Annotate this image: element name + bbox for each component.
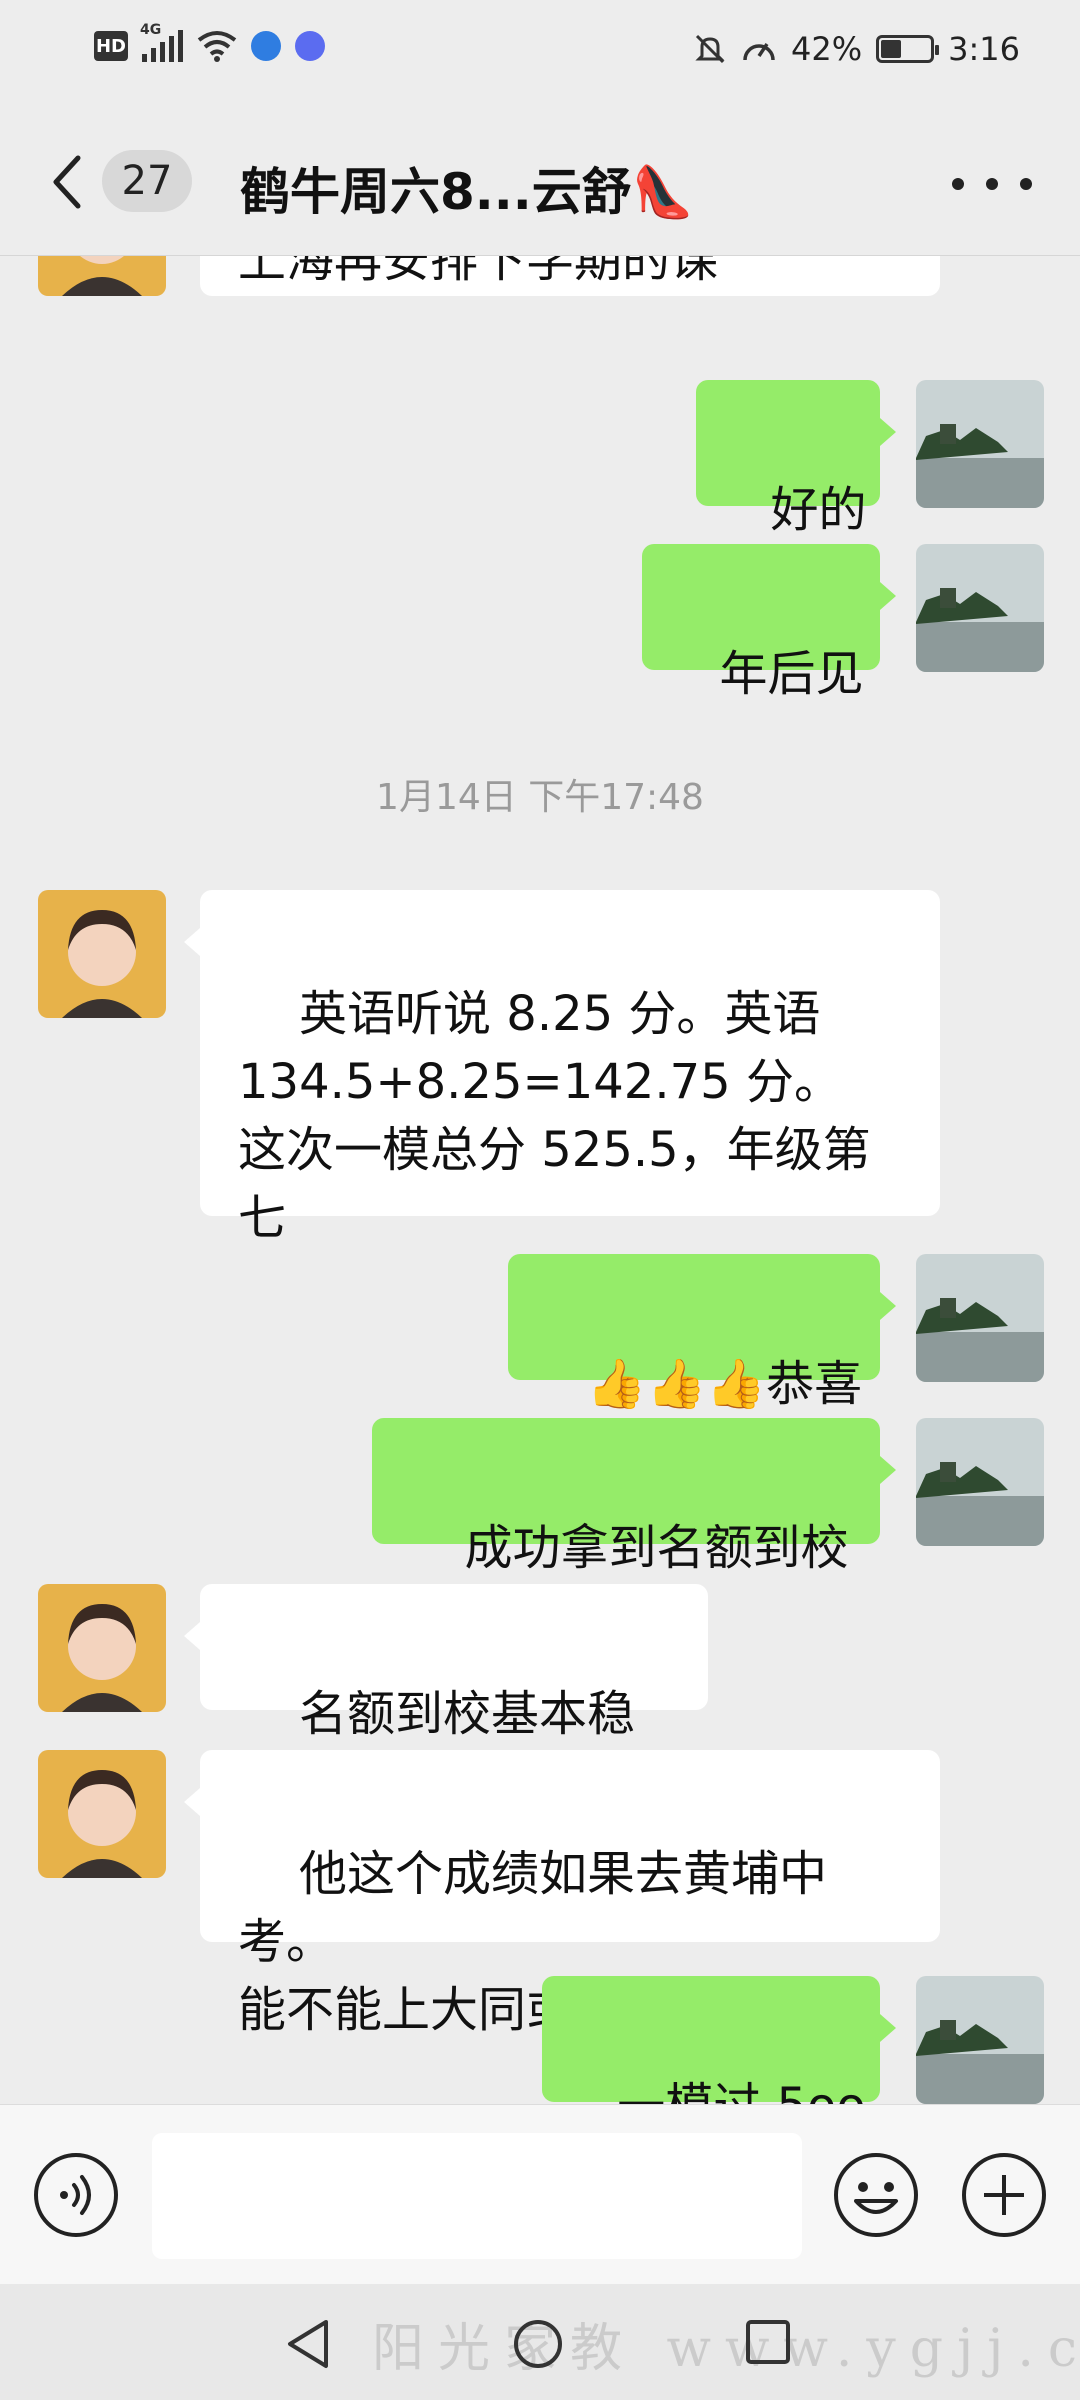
message-text: 上海再安排下学期的课 <box>238 256 719 288</box>
network-type-label: 4G <box>140 22 162 38</box>
hd-icon: HD <box>94 31 128 61</box>
message-text: 好的 <box>770 482 867 538</box>
nav-recent-icon[interactable] <box>744 2318 792 2366</box>
message-text: 一模过 5oo <box>617 2078 866 2104</box>
battery-percent: 42% <box>791 30 863 68</box>
message-bubble-sent[interactable]: 好的 <box>696 380 896 538</box>
contact-avatar[interactable] <box>38 890 166 1018</box>
nav-back-icon[interactable] <box>282 2316 334 2372</box>
chat-header: 27 鹤牛周六8...云舒👠 <box>0 104 1080 256</box>
system-nav-bar: 阳光家教 www.ygjj.com <box>0 2284 1080 2400</box>
clock: 3:16 <box>948 30 1020 68</box>
message-text: 年后见 <box>719 646 864 702</box>
status-right: 42% 3:16 <box>693 30 1020 68</box>
message-bubble-sent[interactable]: 一模过 5oo <box>542 1976 896 2104</box>
message-bubble-sent[interactable]: 年后见 <box>642 544 896 702</box>
browser-app-icon <box>251 31 281 61</box>
watermark-text: 阳光家教 www.ygjj.com <box>372 2319 1080 2379</box>
chat-title: 鹤牛周六8...云舒👠 <box>240 163 695 221</box>
message-timestamp: 1月14日 下午17:48 <box>376 777 704 818</box>
message-input[interactable] <box>152 2133 802 2259</box>
message-text: 成功拿到名额到校 <box>464 1520 849 1576</box>
plus-icon[interactable] <box>960 2151 1048 2239</box>
message-bubble-received[interactable]: 英语听说 8.25 分。英语 134.5+8.25=142.75 分。 这次一模… <box>184 890 940 1246</box>
message-text: 👍👍👍恭喜 <box>586 1356 863 1412</box>
status-bar: HD 4G 42% 3:16 <box>0 0 1080 104</box>
wifi-icon <box>197 31 237 62</box>
voice-icon[interactable] <box>32 2151 120 2239</box>
chat-message-list[interactable]: 上海再安排下学期的课 好的 年后见 1月14日 下午17:48 英语听说 8.2… <box>0 256 1080 2104</box>
message-bubble-received[interactable]: 名额到校基本稳的 <box>184 1584 708 1810</box>
my-avatar[interactable] <box>916 544 1044 672</box>
battery-icon <box>876 35 940 63</box>
input-bar <box>0 2104 1080 2284</box>
back-arrow-icon[interactable] <box>48 152 88 212</box>
emoji-icon[interactable] <box>832 2151 920 2239</box>
message-bubble-sent[interactable]: 成功拿到名额到校 <box>372 1418 896 1576</box>
more-icon[interactable] <box>952 164 1032 204</box>
message-bubble-received[interactable]: 他这个成绩如果去黄埔中考。 能不能上大同或者格致 <box>184 1750 940 2038</box>
message-bubble-received[interactable]: 上海再安排下学期的课 <box>200 256 940 296</box>
my-avatar[interactable] <box>916 1976 1044 2104</box>
cellular-signal-icon: 4G <box>140 22 183 62</box>
speedometer-icon <box>743 43 775 61</box>
contact-avatar[interactable] <box>38 1584 166 1712</box>
mute-bell-icon <box>695 34 725 64</box>
message-text: 英语听说 8.25 分。英语 134.5+8.25=142.75 分。 这次一模… <box>238 986 871 1246</box>
music-app-icon <box>295 31 325 61</box>
my-avatar[interactable] <box>916 380 1044 508</box>
my-avatar[interactable] <box>916 1254 1044 1382</box>
contact-avatar[interactable] <box>38 1750 166 1878</box>
my-avatar[interactable] <box>916 1418 1044 1546</box>
status-left: HD 4G <box>94 22 325 62</box>
nav-home-icon[interactable] <box>512 2318 564 2370</box>
message-bubble-sent[interactable]: 👍👍👍恭喜 <box>508 1254 896 1412</box>
unread-count-badge[interactable]: 27 <box>102 150 192 212</box>
contact-avatar[interactable] <box>38 256 166 296</box>
